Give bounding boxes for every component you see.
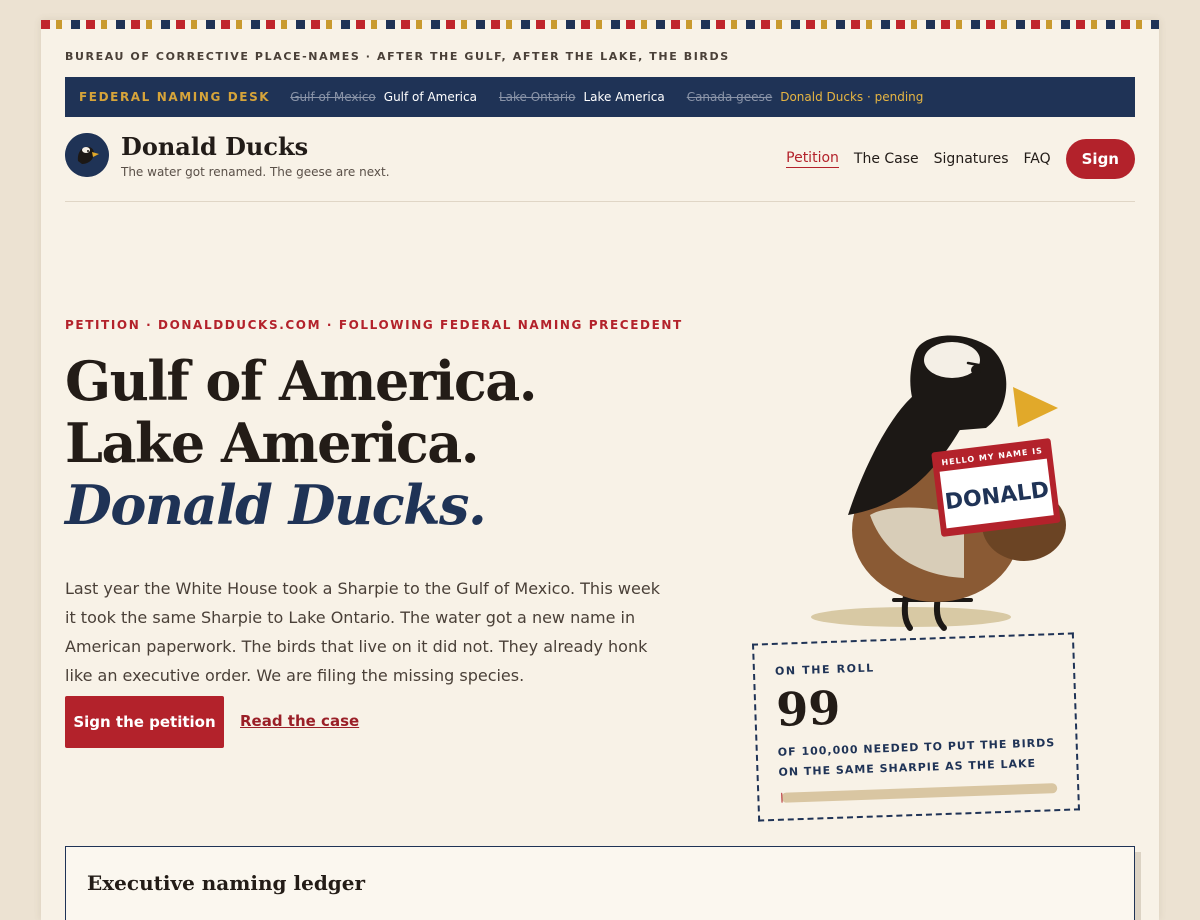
signature-counter-card: ON THE ROLL 99 of 100,000 needed to put … [751, 632, 1081, 822]
naming-desk-item: Lake Ontario Lake America [499, 90, 665, 104]
hero-lede: Last year the White House took a Sharpie… [65, 579, 660, 685]
brand-tagline: The water got renamed. The geese are nex… [121, 165, 390, 179]
sign-petition-button[interactable]: Sign the petition [65, 696, 224, 748]
main-nav: Petition The Case Signatures FAQ Sign [786, 139, 1135, 179]
ledger-title: Executive naming ledger [87, 871, 366, 895]
naming-desk-label: FEDERAL NAMING DESK [79, 90, 271, 104]
brand-name[interactable]: Donald Ducks [121, 132, 308, 161]
read-the-case-link[interactable]: Read the case [240, 712, 359, 730]
new-name: Gulf of America [383, 90, 477, 104]
header-divider [65, 201, 1135, 202]
sign-button[interactable]: Sign [1065, 139, 1135, 179]
hero-headline: Gulf of America. Lake America. Donald Du… [65, 350, 685, 536]
name-tag: HELLO MY NAME IS DONALD [931, 438, 1061, 537]
nav-link-faq[interactable]: FAQ [1024, 151, 1051, 167]
signature-progress-bar [781, 783, 1058, 803]
naming-desk-item: Gulf of Mexico Gulf of America [290, 90, 477, 104]
new-name: Lake America [583, 90, 665, 104]
duck-logo-icon[interactable] [65, 133, 109, 177]
old-name: Lake Ontario [498, 90, 576, 104]
nav-link-petition[interactable]: Petition [786, 150, 839, 168]
nav-link-the-case[interactable]: The Case [854, 151, 919, 167]
headline-main: Gulf of America. Lake America. [65, 349, 538, 475]
bureau-line: BUREAU OF CORRECTIVE PLACE-NAMES · AFTER… [65, 50, 730, 63]
signature-progress-fill [781, 792, 782, 803]
naming-desk-item: Canada geese Donald Ducks · pending [687, 90, 924, 104]
executive-naming-ledger: Executive naming ledger [65, 846, 1135, 920]
headline-accent: Donald Ducks. [65, 473, 487, 537]
roll-description: of 100,000 needed to put the birds on th… [777, 736, 1056, 779]
duck-illustration: HELLO MY NAME IS DONALD [811, 335, 1066, 631]
nav-link-signatures[interactable]: Signatures [934, 151, 1009, 167]
old-name: Canada geese [686, 90, 773, 104]
hero-kicker: PETITION · DONALDDUCKS.COM · FOLLOWING F… [65, 318, 683, 332]
federal-naming-desk-banner: FEDERAL NAMING DESK Gulf of Mexico Gulf o… [65, 77, 1135, 117]
old-name: Gulf of Mexico [290, 90, 376, 104]
pending-name: Donald Ducks · pending [780, 90, 924, 104]
roll-label: ON THE ROLL [774, 661, 876, 678]
signature-count: 99 [775, 680, 842, 737]
page: BUREAU OF CORRECTIVE PLACE-NAMES · AFTER… [41, 20, 1159, 920]
flag-stripe [41, 20, 1159, 29]
